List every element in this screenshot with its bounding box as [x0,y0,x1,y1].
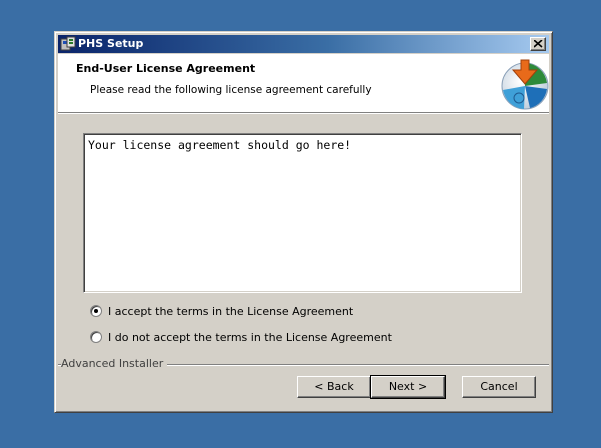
page-subtitle: Please read the following license agreem… [90,84,372,96]
installer-logo-icon [501,59,549,110]
cancel-button[interactable]: Cancel [462,376,536,398]
installer-brand-label: Advanced Installer [61,357,168,370]
header-banner: End-User License Agreement Please read t… [58,54,549,113]
license-text: Your license agreement should go here! [88,138,352,152]
decline-radio-button[interactable] [90,331,102,343]
accept-radio-label: I accept the terms in the License Agreem… [108,304,354,318]
next-button[interactable]: Next > [370,375,446,399]
title-bar[interactable]: PHS Setup [58,35,549,53]
setup-app-icon [60,36,76,51]
page-title: End-User License Agreement [76,62,256,75]
accept-radio-option[interactable]: I accept the terms in the License Agreem… [90,303,353,319]
back-button[interactable]: < Back [297,376,371,398]
setup-dialog: PHS Setup End-User License Agreement Ple… [54,31,553,413]
decline-radio-label: I do not accept the terms in the License… [108,330,392,344]
close-button[interactable] [530,37,546,51]
license-text-area[interactable]: Your license agreement should go here! [83,133,522,293]
close-icon [534,40,543,48]
decline-radio-option[interactable]: I do not accept the terms in the License… [90,329,392,345]
accept-radio-button[interactable] [90,305,102,317]
window-title: PHS Setup [78,37,144,50]
